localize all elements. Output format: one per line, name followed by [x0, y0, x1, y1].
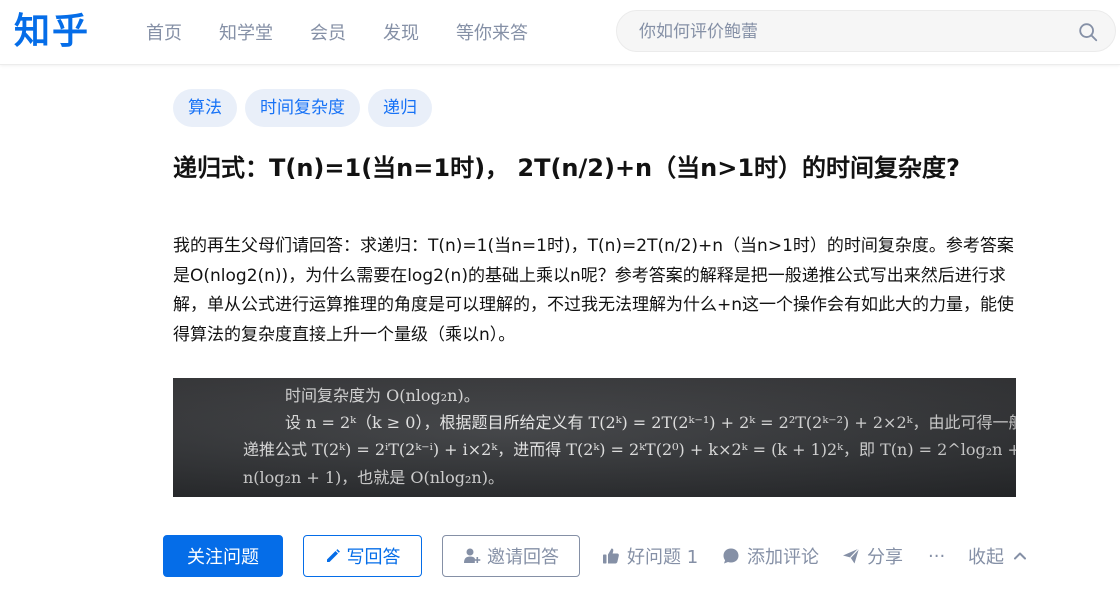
nav-waiting-answers[interactable]: 等你来答	[456, 19, 528, 45]
search-icon[interactable]	[1077, 21, 1099, 43]
write-answer-label: 写回答	[346, 547, 401, 568]
share-button[interactable]: 分享	[842, 535, 903, 577]
nav-discover[interactable]: 发现	[383, 19, 419, 45]
share-label: 分享	[867, 547, 903, 568]
image-text-line: 递推公式 T(2ᵏ) = 2ⁱT(2ᵏ⁻ⁱ) + i×2ᵏ，进而得 T(2ᵏ) …	[243, 440, 1016, 459]
good-question-button[interactable]: 好问题 1	[602, 535, 698, 577]
add-comment-button[interactable]: 添加评论	[722, 535, 819, 577]
search-bar	[616, 10, 1116, 53]
invite-answer-button[interactable]: 邀请回答	[442, 535, 580, 577]
collapse-label: 收起	[968, 547, 1004, 568]
zhihu-logo[interactable]: 知乎	[14, 6, 90, 58]
topic-tag-recursion[interactable]: 递归	[368, 89, 432, 127]
collapse-button[interactable]: 收起	[968, 535, 1027, 577]
follow-question-button[interactable]: 关注问题	[163, 535, 283, 577]
pencil-icon	[326, 549, 340, 562]
top-header: 知乎 首页 知学堂 会员 发现 等你来答	[0, 0, 1120, 65]
search-input[interactable]	[637, 11, 1071, 53]
topic-tag-time-complexity[interactable]: 时间复杂度	[245, 89, 360, 127]
question-description: 我的再生父母们请回答：求递归：T(n)=1(当n=1时)，T(n)=2T(n/2…	[173, 236, 1015, 345]
nav-zhixuetang[interactable]: 知学堂	[219, 19, 273, 45]
nav-home[interactable]: 首页	[146, 19, 182, 45]
topic-tags: 算法 时间复杂度 递归	[173, 89, 440, 127]
add-comment-label: 添加评论	[747, 547, 819, 568]
question-title: 递归式：T(n)=1(当n=1时)， 2T(n/2)+n（当n>1时）的时间复杂…	[173, 154, 960, 182]
chevron-up-icon	[1014, 552, 1026, 560]
image-text-line: 设 n = 2ᵏ（k ≥ 0），根据题目所给定义有 T(2ᵏ) = 2T(2ᵏ⁻…	[285, 413, 1016, 432]
topic-tag-algorithm[interactable]: 算法	[173, 89, 237, 127]
share-icon	[843, 548, 860, 564]
question-actions: 关注问题 写回答 邀请回答 好问题 1 添加评论 分享 ··· 收起	[163, 535, 1063, 577]
image-text-line: n(log₂n + 1)，也就是 O(nlog₂n)。	[243, 468, 504, 487]
top-nav: 首页 知学堂 会员 发现 等你来答	[146, 0, 565, 64]
nav-membership[interactable]: 会员	[310, 19, 346, 45]
thumbs-up-icon	[603, 548, 619, 564]
invite-answer-label: 邀请回答	[487, 547, 559, 568]
write-answer-button[interactable]: 写回答	[303, 535, 422, 577]
good-question-label: 好问题 1	[627, 547, 699, 568]
more-options-button[interactable]: ···	[928, 535, 945, 577]
image-text-line: 时间复杂度为 O(nlog₂n)。	[285, 386, 480, 405]
question-image[interactable]: 时间复杂度为 O(nlog₂n)。 设 n = 2ᵏ（k ≥ 0），根据题目所给…	[173, 378, 1016, 497]
comment-icon	[723, 548, 739, 564]
add-user-icon	[464, 548, 481, 563]
